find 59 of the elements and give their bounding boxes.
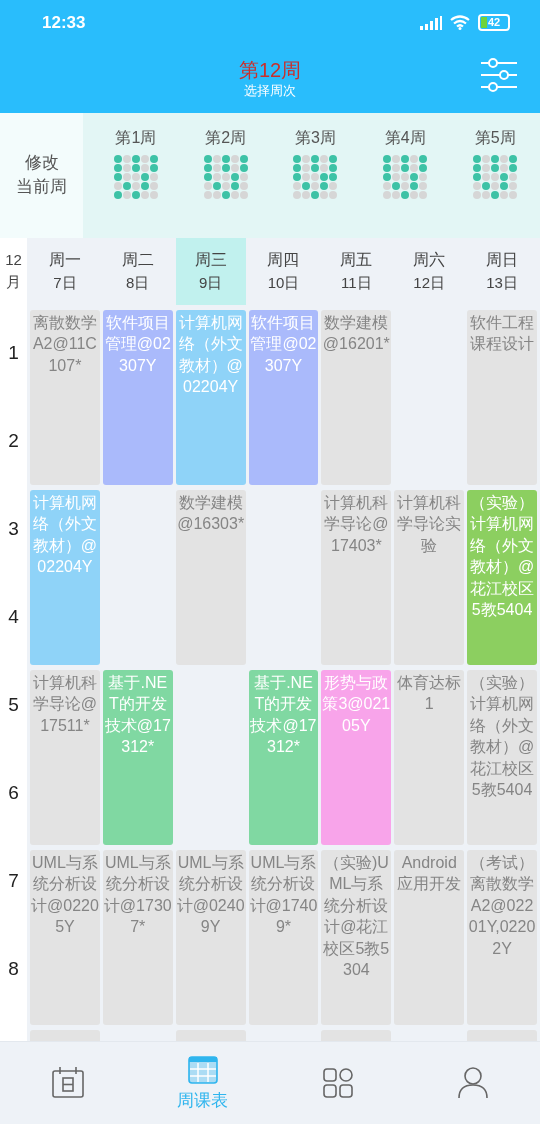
course-card[interactable]: 计算机科学导论@17511* xyxy=(30,669,100,845)
period-number: 7 xyxy=(7,868,20,893)
course-card[interactable]: 计算机科学导论实验 xyxy=(394,489,465,665)
week-label[interactable]: 第2周 xyxy=(205,126,247,149)
week-label[interactable]: 第3周 xyxy=(295,126,336,149)
course-card[interactable]: （实验)UML与系统分析设计@花江校区5教5304 xyxy=(321,849,392,1025)
course-card[interactable]: （实验）计算机网络（外文教材）@花江校区5教5404 xyxy=(467,489,537,665)
week-label[interactable]: 第5周 xyxy=(474,126,516,149)
person-icon xyxy=(455,1066,490,1101)
course-card[interactable]: 基于.NET的开发技术@17312* xyxy=(102,669,173,845)
settings-sliders-icon[interactable] xyxy=(480,57,518,93)
course-card[interactable]: （考试）离散数学A2@02201Y,02202Y xyxy=(467,849,537,1025)
calendar-icon xyxy=(50,1066,85,1101)
week-label[interactable]: 第4周 xyxy=(384,126,426,149)
day-header[interactable]: 周六 12日 xyxy=(394,237,465,305)
course-card[interactable]: 体育达标1 xyxy=(394,669,465,845)
course-card[interactable]: 形势与政策3@02105Y xyxy=(321,669,392,845)
period-number: 2 xyxy=(7,428,20,453)
week-title[interactable]: 第12周 xyxy=(238,57,302,82)
period-number: 4 xyxy=(7,604,20,629)
course-card[interactable]: UML与系统分析设计@17409* xyxy=(248,849,319,1025)
course-card[interactable]: UML与系统分析设计@02205Y xyxy=(30,849,100,1025)
course-card[interactable]: 软件项目管理@02307Y xyxy=(102,309,173,485)
day-header[interactable]: 周一 7日 xyxy=(30,237,100,305)
nav-tab[interactable]: 周课表 xyxy=(135,1042,270,1124)
month-label: 12 月 xyxy=(0,237,27,305)
select-week-link[interactable]: 选择周次 xyxy=(244,81,296,100)
course-card[interactable]: 计算机网络（外文教材）@02204Y xyxy=(175,309,246,485)
nav-label: 周课表 xyxy=(177,1090,228,1113)
day-header[interactable]: 周日 13日 xyxy=(467,237,537,305)
course-card[interactable]: 计算机网络（外文教材）@02204Y xyxy=(30,489,100,665)
clock-time: 12:33 xyxy=(42,12,86,33)
day-header[interactable]: 周三 9日 xyxy=(175,237,246,305)
period-number: 3 xyxy=(7,516,20,541)
course-card[interactable]: 计算机科学导论@17403* xyxy=(321,489,392,665)
course-card[interactable]: 离散数学A2@11C107* xyxy=(30,309,100,485)
period-number: 1 xyxy=(7,340,20,365)
course-card[interactable]: 基于.NET的开发技术@17312* xyxy=(248,669,319,845)
period-number: 8 xyxy=(7,956,20,981)
battery-fill xyxy=(481,17,487,28)
week-label[interactable]: 第1周 xyxy=(115,126,157,149)
battery-level: 42 xyxy=(487,17,501,28)
modify-current-week-button[interactable]: 修改 当前周 xyxy=(0,112,83,238)
day-header[interactable]: 周二 8日 xyxy=(102,237,173,305)
apps-grid-icon xyxy=(320,1066,355,1101)
course-card[interactable]: Android应用开发 xyxy=(394,849,465,1025)
course-card[interactable]: （实验）计算机网络（外文教材）@花江校区5教5404 xyxy=(467,669,537,845)
course-card[interactable]: UML与系统分析设计@02409Y xyxy=(175,849,246,1025)
day-header[interactable]: 周五 11日 xyxy=(321,237,392,305)
course-card[interactable]: 软件项目管理@02307Y xyxy=(248,309,319,485)
course-card[interactable]: 数学建模@16303* xyxy=(175,489,246,665)
wifi-icon xyxy=(450,15,470,30)
period-number: 5 xyxy=(7,692,20,717)
day-header[interactable]: 周四 10日 xyxy=(248,237,319,305)
course-card[interactable]: 软件工程课程设计 xyxy=(467,309,537,485)
period-number: 6 xyxy=(7,780,20,805)
signal-icon xyxy=(420,15,442,30)
course-card[interactable]: UML与系统分析设计@17307* xyxy=(102,849,173,1025)
course-card[interactable]: 数学建模@16201* xyxy=(321,309,392,485)
